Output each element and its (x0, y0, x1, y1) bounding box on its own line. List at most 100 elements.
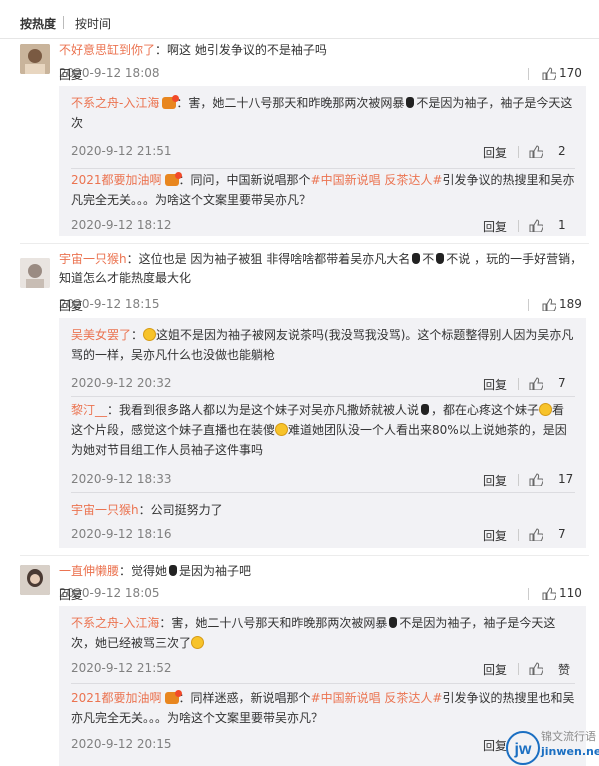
reply-username[interactable]: 不系之舟-入江海 (71, 96, 159, 110)
like-count: 1 (558, 218, 566, 232)
like-count: 7 (558, 527, 566, 541)
sort-bar-divider (0, 38, 599, 39)
comment-username[interactable]: 不好意思缸到你了 (59, 43, 155, 57)
member-badge-icon (162, 95, 180, 109)
black-hand-emoji-icon (389, 617, 398, 628)
reply-button[interactable]: 回复 (59, 66, 586, 83)
comment-body-cont: 不 (422, 252, 435, 266)
reply-button[interactable]: 回复 (483, 218, 507, 235)
comment-username[interactable]: 宇宙一只猴h (59, 252, 127, 266)
comment-divider (20, 555, 589, 556)
reply-date: 2020-9-12 18:16 (71, 527, 172, 541)
reply-meta: 2020-9-12 18:33 回复 17 (71, 472, 575, 488)
comment-divider (20, 243, 589, 244)
comment-meta: 2020-9-12 18:15 回复 189 (59, 297, 582, 314)
reply-meta: 2020-9-12 21:51 回复 2 (71, 144, 575, 160)
black-hand-emoji-icon (169, 565, 178, 576)
comment-meta: 2020-9-12 18:08 回复 170 (59, 66, 582, 83)
comment-body: ：啊这 她引发争议的不是袖子吗 (155, 43, 327, 57)
reply-username[interactable]: 2021都要加油啊 (71, 173, 162, 187)
reply-button[interactable]: 回复 (483, 737, 507, 754)
reply-body: ：公司挺努力了 (138, 503, 223, 517)
laugh-cry-emoji-icon (275, 423, 289, 436)
reply-body-cont: ，都在心疼这个妹子 (431, 403, 540, 417)
reply-date: 2020-9-12 21:51 (71, 144, 172, 158)
reply-button[interactable]: 回复 (483, 144, 507, 161)
reply-date: 2020-9-12 18:33 (71, 472, 172, 486)
like-icon[interactable] (529, 377, 544, 393)
worried-emoji-icon (539, 403, 553, 416)
meta-separator (518, 146, 519, 158)
comment-body-cont: 是因为袖子吧 (179, 564, 252, 578)
like-count: 2 (558, 144, 566, 158)
reply-username[interactable]: 不系之舟-入江海 (71, 616, 159, 630)
like-icon[interactable] (529, 219, 544, 235)
like-icon[interactable] (542, 587, 557, 603)
reply-button[interactable]: 回复 (483, 661, 507, 678)
like-count: 170 (559, 66, 582, 80)
reply-body: ：害，她二十八号那天和昨晚那两次被网暴 (176, 96, 405, 110)
member-badge-icon (164, 690, 182, 704)
meta-separator (528, 68, 529, 80)
sort-by-time-tab[interactable]: 按时间 (75, 15, 111, 32)
like-count: 17 (558, 472, 574, 486)
reply-list: 吴美女罢了： 这姐不是因为袖子被网友说茶吗(我没骂我没骂)。这个标题整得别人因为吴… (59, 318, 586, 548)
reply-button[interactable]: 回复 (483, 527, 507, 544)
black-hand-emoji-icon (406, 97, 415, 108)
meta-separator (518, 663, 519, 675)
reply-divider (71, 683, 575, 684)
reply-body: ： (131, 328, 144, 342)
reply-text: 黎汀__：我看到很多路人都以为是这个妹子对吴亦凡撒娇就被人说 ，都在心疼这个妹子看… (71, 400, 575, 460)
avatar[interactable] (20, 44, 50, 74)
comment-text: 一直伸懒腰：觉得她 是因为袖子吧 (59, 562, 589, 581)
reply-divider (71, 396, 575, 397)
sort-divider (63, 16, 64, 29)
reply-button[interactable]: 回复 (483, 472, 507, 489)
reply-date: 2020-9-12 18:12 (71, 218, 172, 232)
reply-username[interactable]: 2021都要加油啊 (71, 691, 162, 705)
comment-username[interactable]: 一直伸懒腰 (59, 564, 119, 578)
reply-text: 不系之舟-入江海：害，她二十八号那天和昨晚那两次被网暴不是因为袖子，袖子是今天这… (71, 93, 575, 133)
reply-text: 宇宙一只猴h：公司挺努力了 (71, 500, 575, 520)
like-icon[interactable] (542, 67, 557, 83)
avatar[interactable] (20, 565, 50, 595)
like-count: 110 (559, 586, 582, 600)
reply-date: 2020-9-12 20:32 (71, 376, 172, 390)
logo-text: jw (514, 741, 532, 758)
reply-button[interactable]: 回复 (59, 297, 586, 314)
reply-username[interactable]: 宇宙一只猴h (71, 503, 139, 517)
like-icon[interactable] (542, 298, 557, 314)
reply-button[interactable]: 回复 (483, 376, 507, 393)
watermark-brand: 锦文流行语 (541, 730, 596, 743)
reply-body: ：我看到很多路人都以为是这个妹子对吴亦凡撒娇就被人说 (107, 403, 420, 417)
reply-username[interactable]: 黎汀__ (71, 403, 107, 417)
reply-divider (71, 492, 575, 493)
like-icon[interactable] (529, 662, 544, 678)
hashtag-link[interactable]: #中国新说唱 反茶达人# (311, 691, 443, 705)
hashtag-link[interactable]: #中国新说唱 反茶达人# (311, 173, 443, 187)
black-hand-emoji-icon (421, 404, 430, 415)
reply-meta: 2020-9-12 20:15 回复 (71, 737, 575, 753)
reply-meta: 2020-9-12 21:52 回复 赞 (71, 661, 575, 677)
like-icon[interactable] (529, 145, 544, 161)
member-badge-icon (164, 172, 182, 186)
comment-text: 不好意思缸到你了：啊这 她引发争议的不是袖子吗 (59, 41, 589, 60)
meta-separator (518, 474, 519, 486)
like-icon[interactable] (529, 528, 544, 544)
reply-divider (71, 168, 575, 169)
sort-by-hot-tab[interactable]: 按热度 (20, 15, 56, 32)
reply-meta: 2020-9-12 18:12 回复 1 (71, 218, 575, 234)
comment-text: 宇宙一只猴h：这位也是 因为袖子被狙 非得啥啥都带着吴亦凡大名不不说 ，玩的一手… (59, 250, 589, 288)
black-hand-emoji-icon (436, 253, 445, 264)
reply-username[interactable]: 吴美女罢了 (71, 328, 131, 342)
reply-button[interactable]: 回复 (59, 586, 586, 603)
meta-separator (528, 299, 529, 311)
laugh-cry-emoji-icon (191, 636, 205, 649)
like-count: 赞 (558, 663, 571, 677)
avatar[interactable] (20, 258, 50, 288)
black-hand-emoji-icon (412, 253, 421, 264)
jw-logo-icon: jw (506, 731, 540, 765)
like-icon[interactable] (529, 473, 544, 489)
reply-body: ：同问，中国新说唱那个 (178, 173, 311, 187)
site-watermark: jw 锦文流行语 jinwen.net (505, 728, 599, 766)
